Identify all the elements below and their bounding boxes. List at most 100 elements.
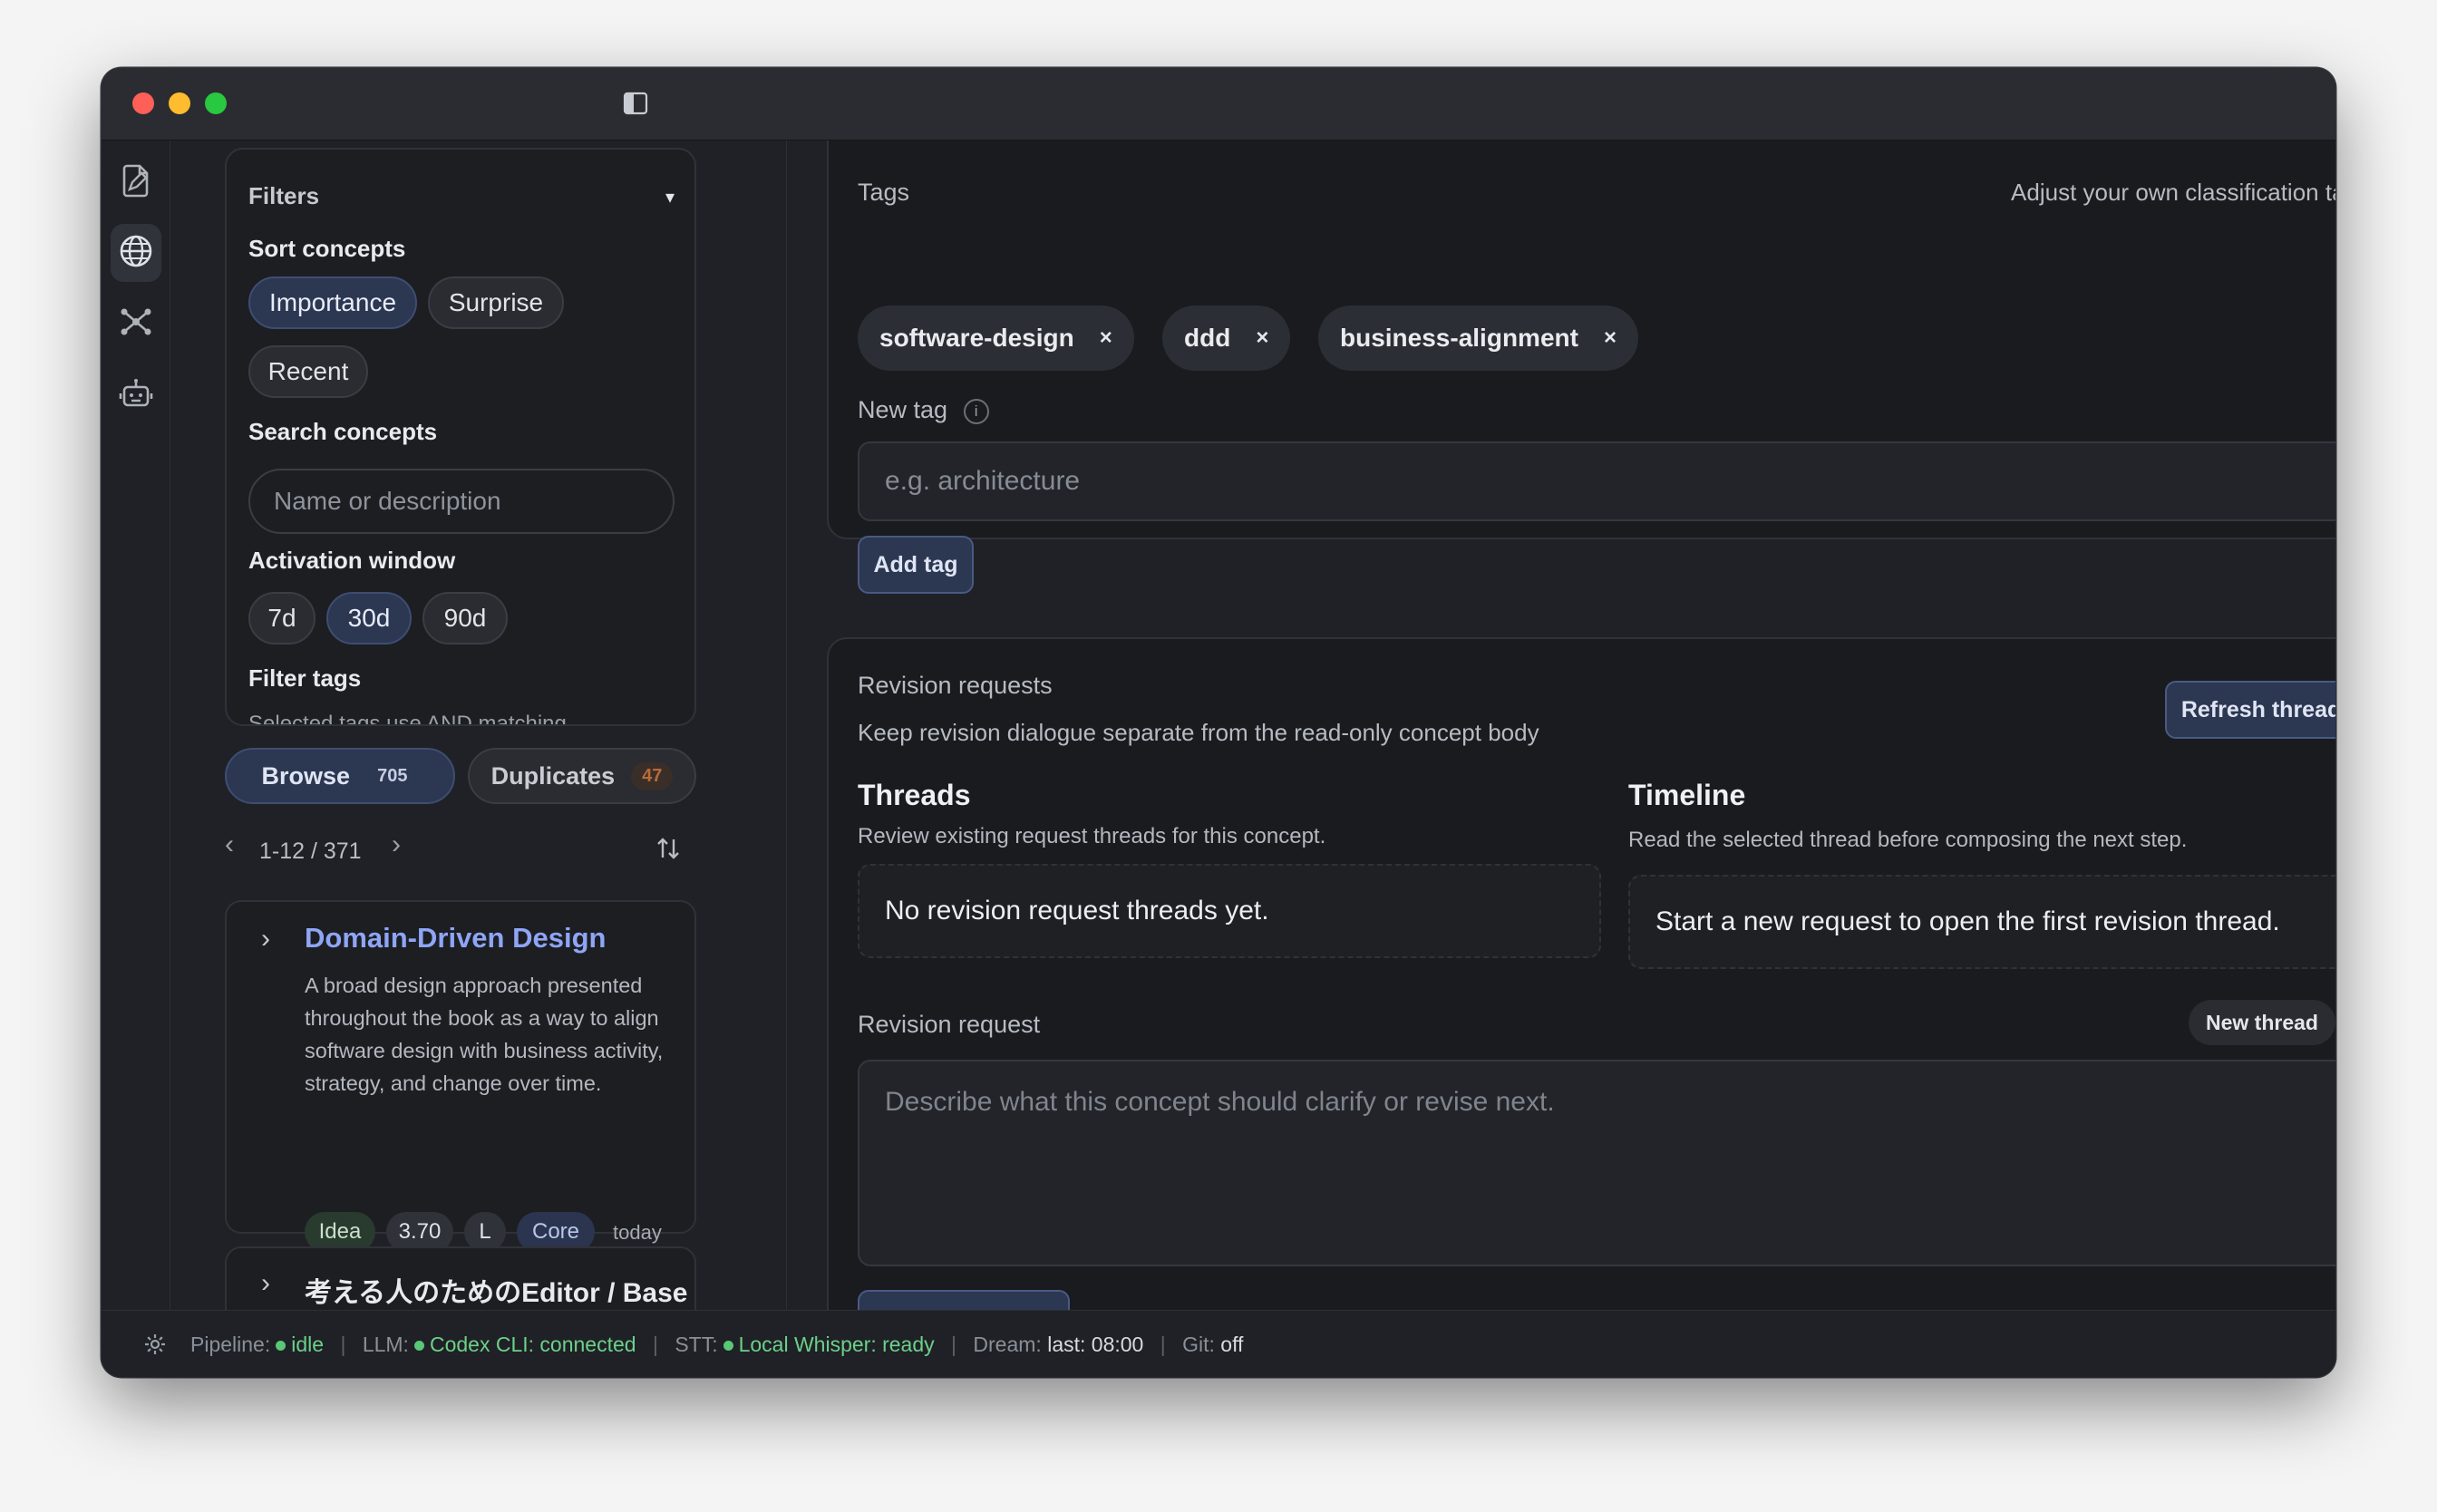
status-separator: | bbox=[951, 1333, 957, 1356]
status-separator: | bbox=[340, 1333, 346, 1356]
pipeline-value: idle bbox=[291, 1333, 325, 1356]
robot-icon bbox=[118, 376, 154, 417]
search-label: Search concepts bbox=[248, 418, 438, 445]
rail-item-documents[interactable] bbox=[111, 153, 161, 211]
collapse-caret-icon[interactable]: ▾ bbox=[665, 186, 675, 208]
tag-chip: ddd × bbox=[1162, 305, 1291, 371]
rail-item-assistant[interactable] bbox=[111, 367, 161, 425]
git-value: off bbox=[1220, 1333, 1244, 1356]
new-thread-button[interactable]: New thread bbox=[2189, 1000, 2335, 1045]
llm-label: LLM: bbox=[362, 1333, 409, 1356]
status-dot-icon bbox=[723, 1340, 733, 1351]
tag-chip: business-alignment × bbox=[1318, 305, 1638, 371]
stt-label: STT: bbox=[675, 1333, 718, 1356]
title-bar bbox=[102, 68, 2335, 141]
tag-chip: software-design × bbox=[858, 305, 1134, 371]
revision-request-textarea[interactable]: Describe what this concept should clarif… bbox=[858, 1060, 2335, 1266]
gear-icon[interactable] bbox=[143, 1333, 167, 1362]
filters-heading[interactable]: Filters bbox=[248, 182, 319, 210]
activation-7d-option[interactable]: 7d bbox=[248, 592, 316, 645]
remove-tag-icon[interactable]: × bbox=[1256, 325, 1268, 351]
revision-requests-label: Revision requests bbox=[858, 672, 1053, 699]
new-tag-field-label: New tag i bbox=[858, 396, 989, 424]
filter-tags-label: Filter tags bbox=[248, 664, 362, 692]
revision-requests-panel: Revision requests Keep revision dialogue… bbox=[827, 637, 2335, 1310]
zoom-window-button[interactable] bbox=[205, 92, 227, 114]
remove-tag-icon[interactable]: × bbox=[1100, 325, 1112, 351]
timeline-heading: Timeline bbox=[1628, 779, 1746, 811]
sidebar-toggle-icon[interactable] bbox=[622, 90, 649, 117]
new-tag-label: New tag bbox=[858, 396, 948, 423]
nav-rail bbox=[102, 141, 170, 1310]
tag-label: software-design bbox=[879, 324, 1074, 352]
activation-90d-option[interactable]: 90d bbox=[422, 592, 508, 645]
add-tag-button[interactable]: Add tag bbox=[858, 536, 974, 594]
revision-request-label: Revision request bbox=[858, 1011, 1041, 1038]
browse-tab[interactable]: Browse 705 bbox=[225, 748, 455, 804]
sort-importance-option[interactable]: Importance bbox=[248, 276, 417, 329]
sort-label: Sort concepts bbox=[248, 235, 406, 262]
stt-value: Local Whisper: ready bbox=[738, 1333, 935, 1356]
browse-count-badge: 705 bbox=[377, 765, 408, 786]
concept-card[interactable]: › Domain-Driven Design A broad design ap… bbox=[225, 900, 696, 1287]
concept-detail: Tags Adjust your own classification tags… bbox=[787, 141, 2335, 1310]
minimize-window-button[interactable] bbox=[169, 92, 190, 114]
pipeline-status: Pipeline: idle | LLM: Codex CLI: connected… bbox=[190, 1333, 1243, 1357]
llm-value: Codex CLI: connected bbox=[429, 1333, 636, 1356]
app-window: Filters ▾ Sort concepts Importance Surpr… bbox=[102, 68, 2335, 1377]
dream-value: last: 08:00 bbox=[1047, 1333, 1144, 1356]
filters-panel: Filters ▾ Sort concepts Importance Surpr… bbox=[225, 148, 696, 726]
graph-network-icon bbox=[118, 304, 154, 344]
tags-label: Tags bbox=[858, 179, 910, 206]
tags-panel: Tags Adjust your own classification tags… bbox=[827, 141, 2335, 594]
sort-order-icon[interactable] bbox=[655, 835, 682, 867]
previous-page-icon[interactable]: ‹ bbox=[225, 829, 234, 860]
refresh-threads-button[interactable]: Refresh threads bbox=[2165, 681, 2335, 739]
concept-updated: today bbox=[613, 1221, 662, 1244]
next-page-icon[interactable]: › bbox=[392, 829, 401, 860]
tags-hint: Adjust your own classification tags bbox=[2011, 179, 2335, 206]
status-separator: | bbox=[1160, 1333, 1166, 1356]
pager: ‹ 1-12 / 371 › bbox=[225, 829, 696, 875]
duplicates-count-badge: 47 bbox=[631, 761, 674, 790]
globe-icon bbox=[118, 233, 154, 274]
tag-label: ddd bbox=[1184, 324, 1231, 352]
status-dot-icon bbox=[413, 1340, 424, 1351]
threads-heading: Threads bbox=[858, 779, 971, 811]
git-label: Git: bbox=[1182, 1333, 1215, 1356]
dream-label: Dream: bbox=[973, 1333, 1042, 1356]
expand-chevron-icon[interactable]: › bbox=[261, 1268, 270, 1299]
rail-item-concepts[interactable] bbox=[111, 224, 161, 282]
duplicates-tab-label: Duplicates bbox=[490, 761, 616, 790]
duplicates-tab[interactable]: Duplicates 47 bbox=[468, 748, 696, 804]
info-icon[interactable]: i bbox=[963, 398, 989, 424]
close-window-button[interactable] bbox=[132, 92, 154, 114]
remove-tag-icon[interactable]: × bbox=[1604, 325, 1617, 351]
rail-item-graph[interactable] bbox=[111, 295, 161, 353]
expand-chevron-icon[interactable]: › bbox=[261, 924, 270, 955]
concept-title[interactable]: Domain-Driven Design bbox=[305, 922, 606, 955]
concept-title[interactable]: 考える人のためのEditor / Base bbox=[305, 1270, 687, 1310]
pipeline-label: Pipeline: bbox=[190, 1333, 271, 1356]
sort-surprise-option[interactable]: Surprise bbox=[428, 276, 564, 329]
status-bar: Pipeline: idle | LLM: Codex CLI: connected… bbox=[102, 1310, 2335, 1377]
concept-search-input[interactable]: Name or description bbox=[248, 469, 675, 534]
timeline-empty-state: Start a new request to open the first re… bbox=[1628, 875, 2335, 969]
concept-description: A broad design approach presented throug… bbox=[305, 974, 664, 1095]
sort-recent-option[interactable]: Recent bbox=[248, 345, 368, 398]
threads-empty-state: No revision request threads yet. bbox=[858, 864, 1601, 958]
revision-requests-subtitle: Keep revision dialogue separate from the… bbox=[858, 719, 1539, 746]
new-tag-input[interactable]: e.g. architecture bbox=[858, 441, 2335, 521]
threads-subtitle: Review existing request threads for this… bbox=[858, 824, 1326, 848]
activation-30d-option[interactable]: 30d bbox=[326, 592, 412, 645]
status-separator: | bbox=[652, 1333, 658, 1356]
status-dot-icon bbox=[276, 1340, 286, 1351]
revision-request-placeholder: Describe what this concept should clarif… bbox=[885, 1087, 1555, 1117]
document-edit-icon bbox=[120, 162, 152, 203]
tag-label: business-alignment bbox=[1340, 324, 1578, 352]
activation-window-label: Activation window bbox=[248, 547, 456, 574]
timeline-subtitle: Read the selected thread before composin… bbox=[1628, 828, 2188, 852]
filter-tags-hint: Selected tags use AND matching bbox=[248, 712, 567, 726]
browse-tab-label: Browse bbox=[261, 761, 351, 790]
start-new-thread-button[interactable]: Start new thread bbox=[858, 1290, 1070, 1310]
